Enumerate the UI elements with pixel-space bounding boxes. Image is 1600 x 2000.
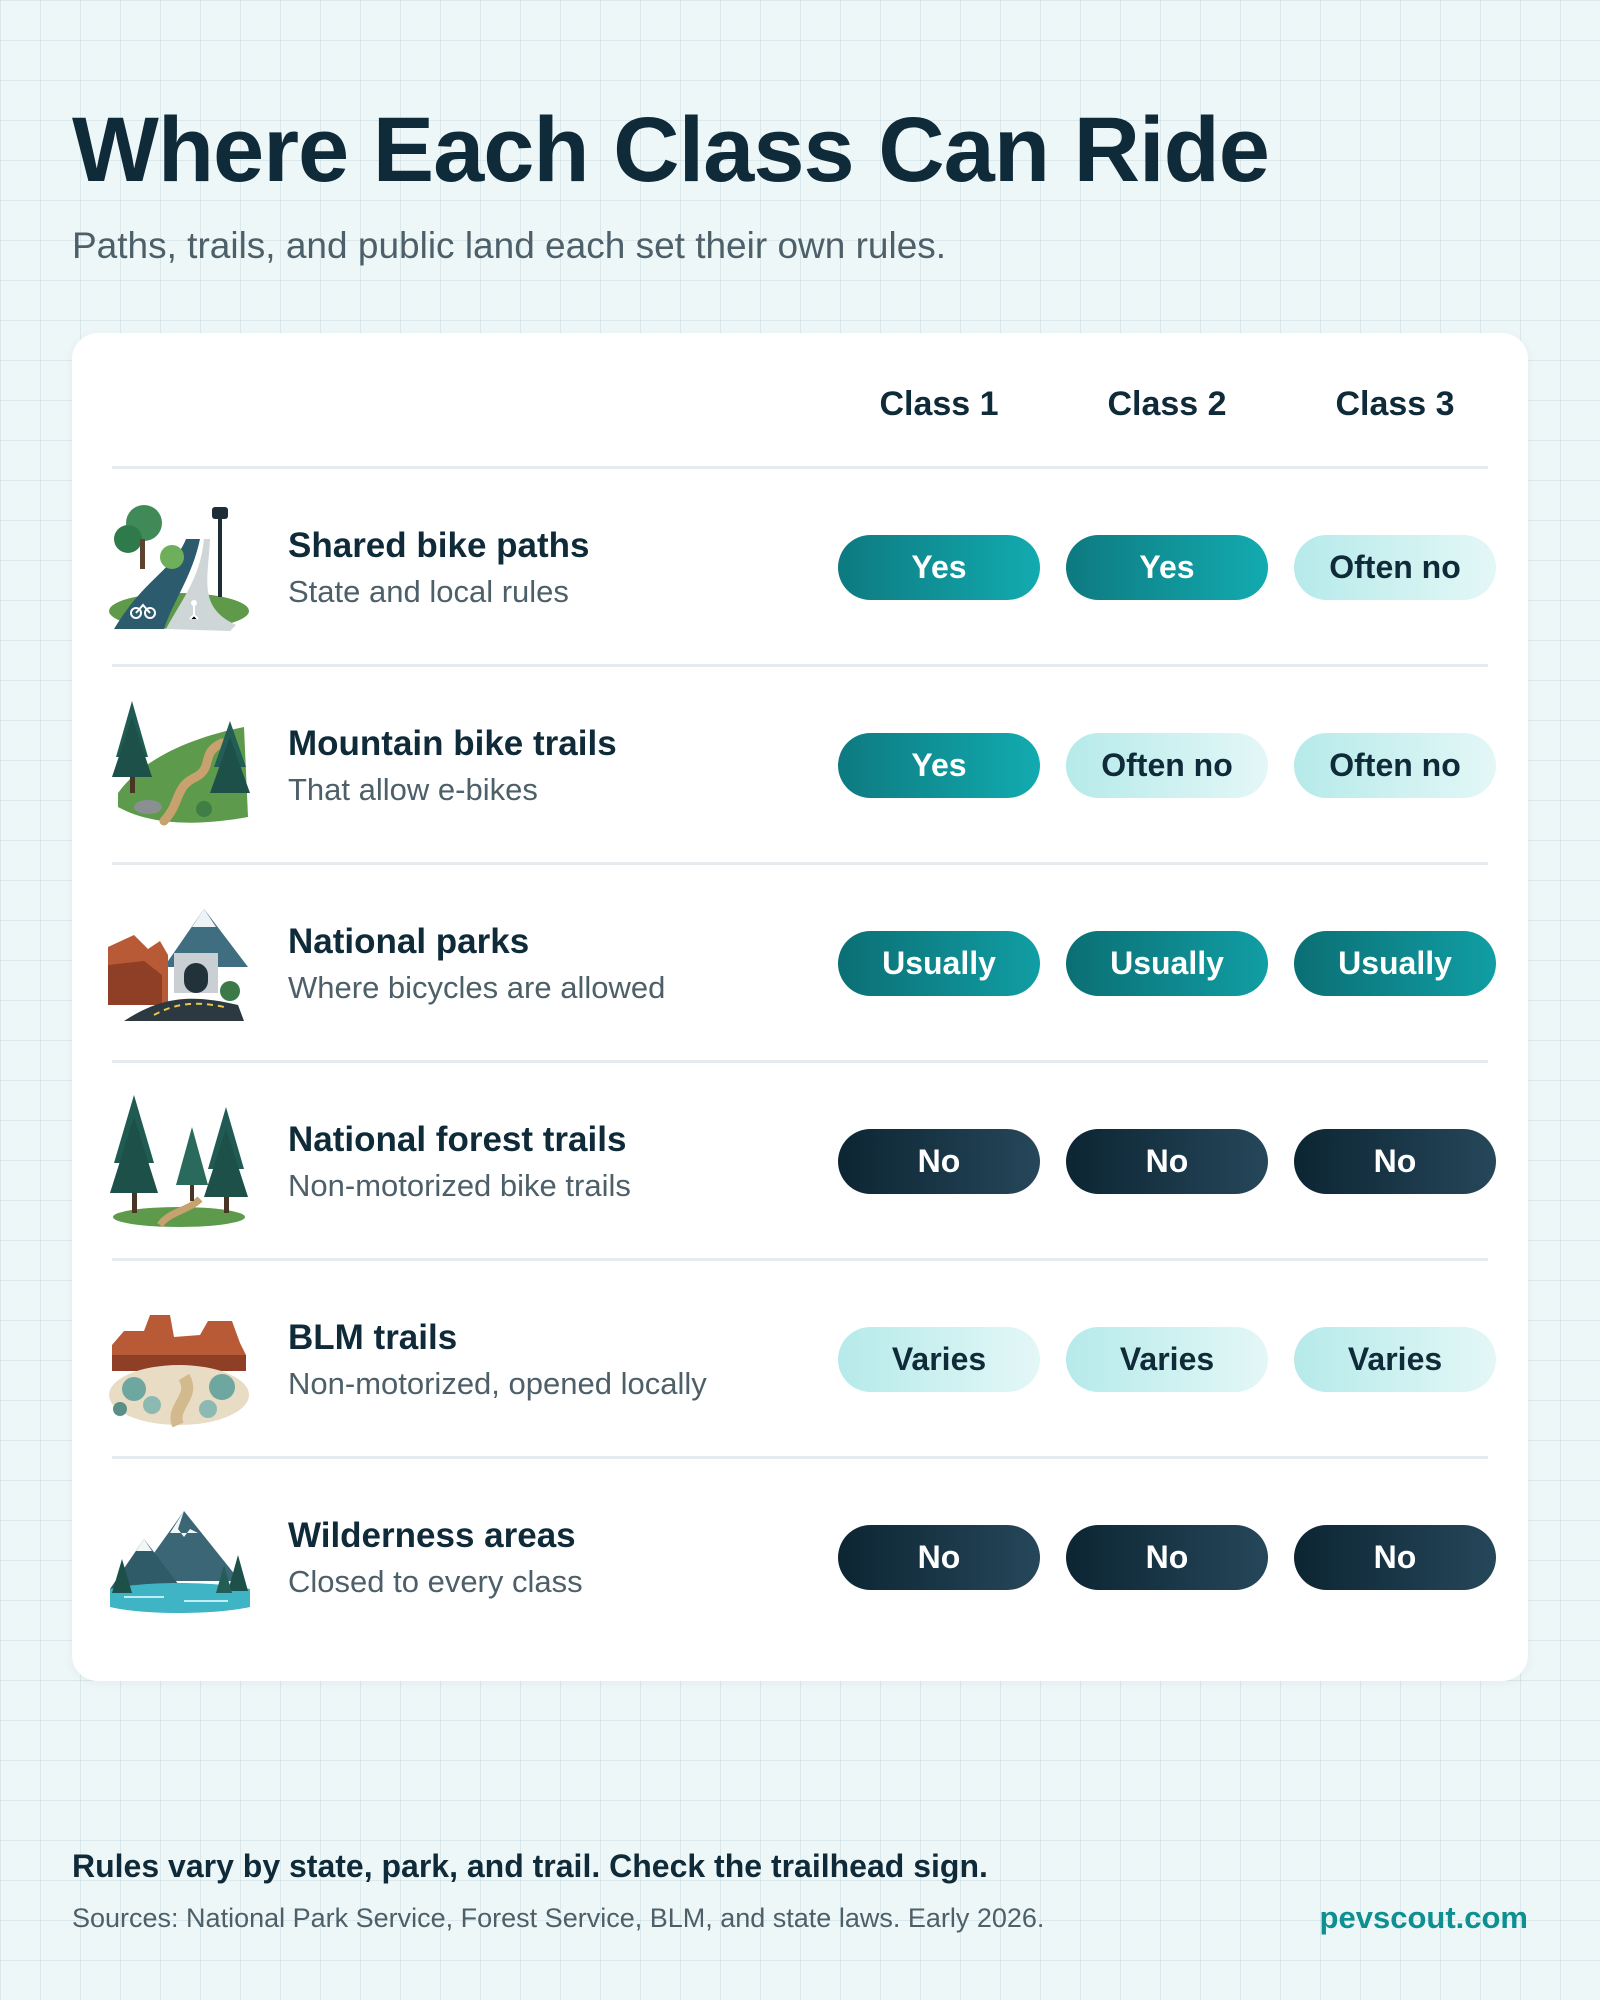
table-row: Wilderness areas Closed to every class N… (0, 1458, 1600, 1656)
page-title: Where Each Class Can Ride (72, 99, 1270, 201)
row-description: Non-motorized, opened locally (288, 1366, 707, 1401)
row-description: State and local rules (288, 574, 569, 609)
status-pill: Varies (1066, 1327, 1268, 1392)
status-pill: Usually (1066, 931, 1268, 996)
table-row: National forest trails Non-motorized bik… (0, 1062, 1600, 1260)
column-header-class-2: Class 2 (1107, 385, 1227, 423)
row-title: National forest trails (288, 1120, 627, 1159)
bike-path-icon (104, 499, 254, 635)
table-row: Mountain bike trails That allow e-bikes … (0, 666, 1600, 864)
status-pill: No (838, 1129, 1040, 1194)
status-pill: Varies (1294, 1327, 1496, 1392)
wilderness-icon (104, 1489, 254, 1625)
status-pill: Yes (1066, 535, 1268, 600)
table-row: BLM trails Non-motorized, opened locally… (0, 1260, 1600, 1458)
table-row: National parks Where bicycles are allowe… (0, 864, 1600, 1062)
brand-link[interactable]: pevscout.com (1320, 1900, 1528, 1936)
status-pill: No (838, 1525, 1040, 1590)
row-title: National parks (288, 922, 530, 961)
national-park-icon (104, 895, 254, 1031)
status-pill: No (1294, 1129, 1496, 1194)
status-pill: Varies (838, 1327, 1040, 1392)
page-subtitle: Paths, trails, and public land each set … (72, 225, 947, 266)
mountain-trail-icon (104, 697, 254, 833)
desert-trail-icon (104, 1291, 254, 1427)
status-pill: Often no (1294, 535, 1496, 600)
column-header-class-1: Class 1 (879, 385, 999, 423)
status-pill: No (1066, 1129, 1268, 1194)
footer-note: Rules vary by state, park, and trail. Ch… (72, 1848, 988, 1884)
column-header-class-3: Class 3 (1335, 385, 1455, 423)
row-title: Mountain bike trails (288, 724, 617, 763)
footer-sources: Sources: National Park Service, Forest S… (72, 1903, 1045, 1933)
row-description: That allow e-bikes (288, 772, 538, 807)
status-pill: Often no (1066, 733, 1268, 798)
row-title: BLM trails (288, 1318, 458, 1357)
status-pill: Often no (1294, 733, 1496, 798)
row-description: Non-motorized bike trails (288, 1168, 631, 1203)
status-pill: Usually (1294, 931, 1496, 996)
row-title: Wilderness areas (288, 1516, 576, 1555)
table-row: Shared bike paths State and local rules … (0, 468, 1600, 666)
row-description: Where bicycles are allowed (288, 970, 666, 1005)
status-pill: Usually (838, 931, 1040, 996)
status-pill: Yes (838, 733, 1040, 798)
row-title: Shared bike paths (288, 526, 590, 565)
row-description: Closed to every class (288, 1564, 583, 1599)
forest-icon (104, 1093, 254, 1229)
status-pill: No (1294, 1525, 1496, 1590)
status-pill: Yes (838, 535, 1040, 600)
status-pill: No (1066, 1525, 1268, 1590)
